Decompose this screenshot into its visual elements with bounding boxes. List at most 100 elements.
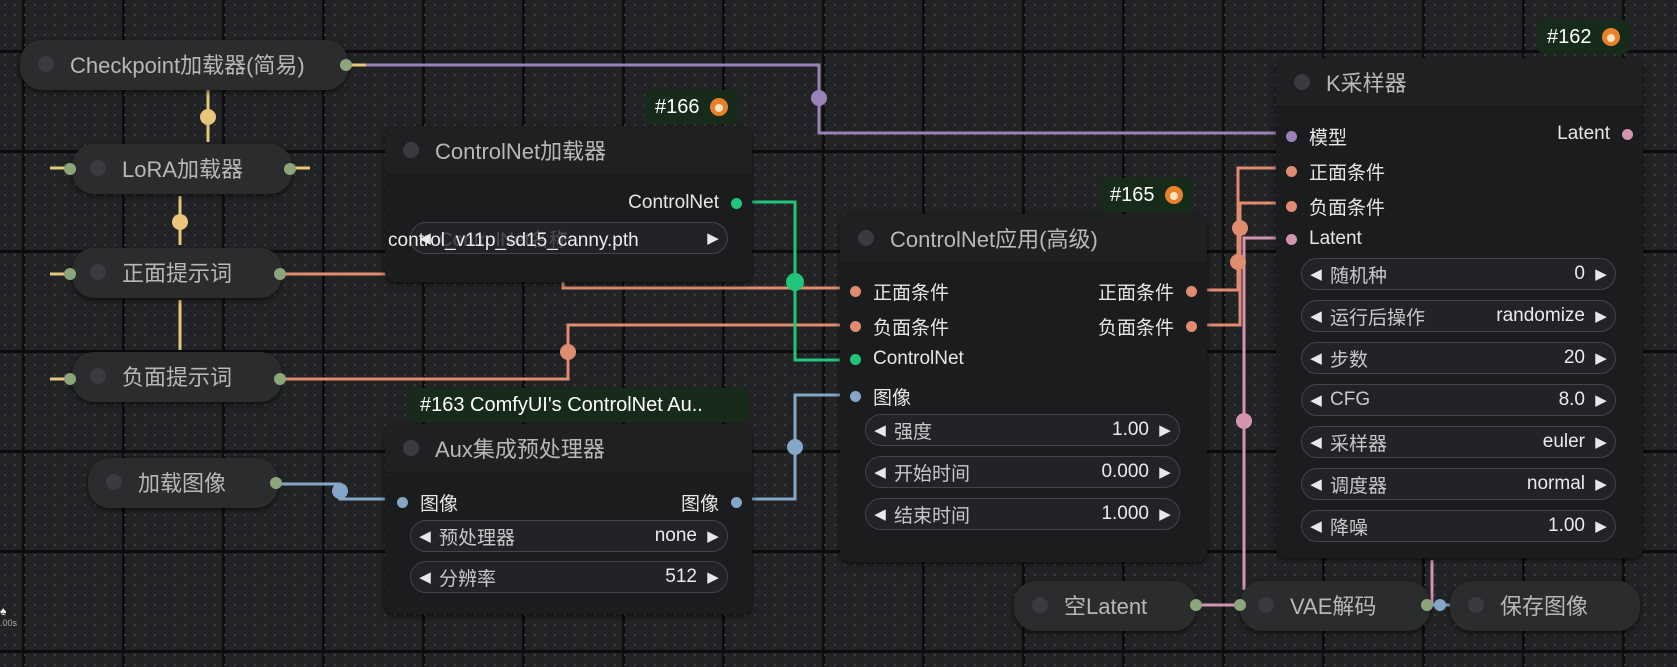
load-image-node[interactable]: 加载图像 [88,458,278,508]
sampler-combo[interactable]: ◀ 采样器 euler ▶ [1301,426,1616,458]
arrow-right-icon[interactable]: ▶ [1587,517,1615,535]
arrow-left-icon[interactable]: ◀ [1302,265,1330,283]
output-pin[interactable] [731,497,742,508]
lora-loader-node[interactable]: LoRA加载器 [72,144,292,194]
aux-preprocessor-node[interactable]: Aux集成预处理器 图像 图像 ◀ 预处理器 none ▶ ◀ 分辨率 512 … [385,424,752,614]
scheduler-combo[interactable]: ◀ 调度器 normal ▶ [1301,468,1616,500]
cfg-number[interactable]: ◀ CFG 8.0 ▶ [1301,384,1616,416]
arrow-right-icon[interactable]: ▶ [1587,307,1615,325]
collapse-dot-icon[interactable] [90,264,106,280]
model-input-slot[interactable]: 模型 [1286,123,1347,150]
input-pin[interactable] [850,286,861,297]
denoise-number[interactable]: ◀ 降噪 1.00 ▶ [1301,510,1616,542]
save-image-node[interactable]: 保存图像 [1450,581,1640,631]
arrow-right-icon[interactable]: ▶ [1587,475,1615,493]
arrow-right-icon[interactable]: ▶ [1587,391,1615,409]
controlnet-output-slot[interactable]: ControlNet [628,192,742,214]
collapse-dot-icon[interactable] [1294,74,1310,90]
input-pin[interactable] [1286,233,1297,245]
controlnet-input-slot[interactable]: ControlNet [850,348,964,370]
collapse-dot-icon[interactable] [106,474,122,490]
arrow-left-icon[interactable]: ◀ [411,568,439,586]
positive-prompt-output-pin[interactable] [274,268,286,280]
negative-input-slot[interactable]: 负面条件 [850,313,949,340]
arrow-right-icon[interactable]: ▶ [1587,265,1615,283]
ksampler-node[interactable]: K采样器 模型 正面条件 负面条件 Latent Latent ◀ 随机种 0 ▶ ◀… [1276,58,1643,558]
negative-prompt-input-pin[interactable] [64,373,76,385]
arrow-left-icon[interactable]: ◀ [866,505,894,523]
input-pin[interactable] [1286,131,1297,142]
arrow-left-icon[interactable]: ◀ [1302,433,1330,451]
arrow-right-icon[interactable]: ▶ [1151,505,1179,523]
collapse-dot-icon[interactable] [38,56,54,72]
empty-latent-output-pin[interactable] [1190,599,1202,611]
latent-output-slot[interactable]: Latent [1557,123,1633,145]
positive-prompt-node[interactable]: 正面提示词 [72,248,282,298]
output-pin[interactable] [1622,128,1633,140]
resolution-number[interactable]: ◀ 分辨率 512 ▶ [410,561,728,593]
negative-prompt-output-pin[interactable] [274,373,286,385]
end-percent-number[interactable]: ◀ 结束时间 1.000 ▶ [865,498,1180,530]
input-pin[interactable] [850,321,861,332]
arrow-right-icon[interactable]: ▶ [1151,463,1179,481]
positive-input-slot[interactable]: 正面条件 [1286,158,1385,185]
arrow-right-icon[interactable]: ▶ [1587,349,1615,367]
collapse-dot-icon[interactable] [403,440,419,456]
collapse-dot-icon[interactable] [403,142,419,158]
negative-input-slot[interactable]: 负面条件 [1286,193,1385,220]
arrow-left-icon[interactable]: ◀ [411,527,439,545]
arrow-left-icon[interactable]: ◀ [866,421,894,439]
arrow-left-icon[interactable]: ◀ [1302,307,1330,325]
arrow-right-icon[interactable]: ▶ [699,527,727,545]
vae-decode-output-pin[interactable] [1421,599,1433,611]
negative-prompt-node[interactable]: 负面提示词 [72,352,282,402]
empty-latent-node[interactable]: 空Latent [1014,581,1196,631]
input-pin[interactable] [1286,166,1297,177]
positive-prompt-input-pin[interactable] [64,268,76,280]
preprocessor-combo[interactable]: ◀ 预处理器 none ▶ [410,520,728,552]
collapse-dot-icon[interactable] [90,160,106,176]
image-input-slot[interactable]: 图像 [397,489,458,516]
control-after-generate-combo[interactable]: ◀ 运行后操作 randomize ▶ [1301,300,1616,332]
controlnet-apply-node[interactable]: ControlNet应用(高级) 正面条件 负面条件 ControlNet 图像… [840,214,1207,562]
checkpoint-loader-node[interactable]: Checkpoint加载器(简易) [20,40,348,90]
input-pin[interactable] [850,391,861,402]
arrow-left-icon[interactable]: ◀ [1302,349,1330,367]
collapse-dot-icon[interactable] [1032,597,1048,613]
negative-output-slot[interactable]: 负面条件 [1098,313,1197,340]
controlnet-loader-node[interactable]: ControlNet加载器 ControlNet ◀ ControlNet名称 … [385,126,752,282]
arrow-left-icon[interactable]: ◀ [1302,475,1330,493]
collapse-dot-icon[interactable] [90,368,106,384]
steps-number[interactable]: ◀ 步数 20 ▶ [1301,342,1616,374]
arrow-right-icon[interactable]: ▶ [699,568,727,586]
latent-input-slot[interactable]: Latent [1286,228,1362,250]
arrow-left-icon[interactable]: ◀ [866,463,894,481]
input-pin[interactable] [1286,201,1297,212]
lora-input-pin[interactable] [64,163,76,175]
checkpoint-model-output-pin[interactable] [340,59,352,71]
input-pin[interactable] [850,353,861,365]
collapse-dot-icon[interactable] [1468,597,1484,613]
positive-output-slot[interactable]: 正面条件 [1098,278,1197,305]
output-pin[interactable] [1186,321,1197,332]
vae-decode-node[interactable]: VAE解码 [1240,581,1430,631]
start-percent-number[interactable]: ◀ 开始时间 0.000 ▶ [865,456,1180,488]
arrow-left-icon[interactable]: ◀ [1302,391,1330,409]
output-pin[interactable] [1186,286,1197,297]
arrow-right-icon[interactable]: ▶ [1151,421,1179,439]
input-pin[interactable] [397,497,408,508]
load-image-output-pin[interactable] [270,477,282,489]
lora-output-pin[interactable] [284,163,296,175]
seed-number[interactable]: ◀ 随机种 0 ▶ [1301,258,1616,290]
strength-number[interactable]: ◀ 强度 1.00 ▶ [865,414,1180,446]
image-input-slot[interactable]: 图像 [850,383,911,410]
vae-decode-input-pin[interactable] [1234,599,1246,611]
positive-input-slot[interactable]: 正面条件 [850,278,949,305]
collapse-dot-icon[interactable] [858,230,874,246]
collapse-dot-icon[interactable] [1258,597,1274,613]
image-output-slot[interactable]: 图像 [681,489,742,516]
arrow-right-icon[interactable]: ▶ [699,229,727,247]
save-image-input-pin[interactable] [1434,599,1446,611]
arrow-left-icon[interactable]: ◀ [1302,517,1330,535]
arrow-right-icon[interactable]: ▶ [1587,433,1615,451]
